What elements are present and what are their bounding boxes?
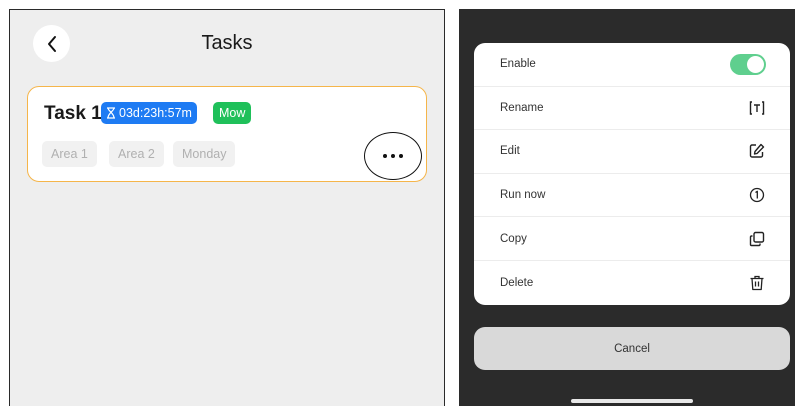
- run-now-label: Run now: [500, 189, 546, 202]
- page-title: Tasks: [201, 32, 253, 54]
- edit-row[interactable]: Edit: [474, 130, 790, 174]
- delete-label: Delete: [500, 276, 534, 289]
- rename-text-icon: [748, 99, 766, 117]
- enable-row[interactable]: Enable: [474, 43, 790, 87]
- rename-row[interactable]: Rename: [474, 87, 790, 131]
- area-chip: Area 1: [42, 141, 97, 167]
- action-sheet: Enable Rename Edit Run now Copy Delete: [474, 43, 790, 305]
- run-once-icon: [748, 186, 766, 204]
- area-chip: Area 2: [109, 141, 164, 167]
- ellipsis-dot: [383, 154, 387, 158]
- delete-row[interactable]: Delete: [474, 261, 790, 305]
- enable-toggle[interactable]: [730, 53, 766, 75]
- run-now-row[interactable]: Run now: [474, 174, 790, 218]
- copy-row[interactable]: Copy: [474, 217, 790, 261]
- copy-label: Copy: [500, 232, 527, 245]
- cancel-button[interactable]: Cancel: [474, 327, 790, 370]
- task-type-badge: Mow: [213, 102, 252, 124]
- countdown-text: 03d:23h:57m: [119, 106, 192, 120]
- enable-label: Enable: [500, 58, 536, 71]
- hourglass-icon: [107, 107, 115, 119]
- countdown-badge: 03d:23h:57m: [101, 102, 197, 124]
- ellipsis-dot: [399, 154, 403, 158]
- ellipsis-dot: [391, 154, 395, 158]
- task-name: Task 1: [44, 103, 102, 124]
- rename-label: Rename: [500, 101, 544, 114]
- task-card[interactable]: Task 1 03d:23h:57m Mow Area 1 Area 2 Mon…: [27, 86, 427, 182]
- trash-icon: [748, 274, 766, 292]
- tasks-screen: Tasks Task 1 03d:23h:57m Mow Area 1 Area…: [9, 9, 445, 406]
- home-indicator: [571, 399, 693, 403]
- edit-pencil-icon: [748, 142, 766, 160]
- edit-label: Edit: [500, 145, 520, 158]
- task-actions-screen: Enable Rename Edit Run now Copy Delete C…: [459, 9, 795, 406]
- day-chip: Monday: [173, 141, 236, 167]
- more-options-button[interactable]: [364, 132, 422, 180]
- copy-icon: [748, 230, 766, 248]
